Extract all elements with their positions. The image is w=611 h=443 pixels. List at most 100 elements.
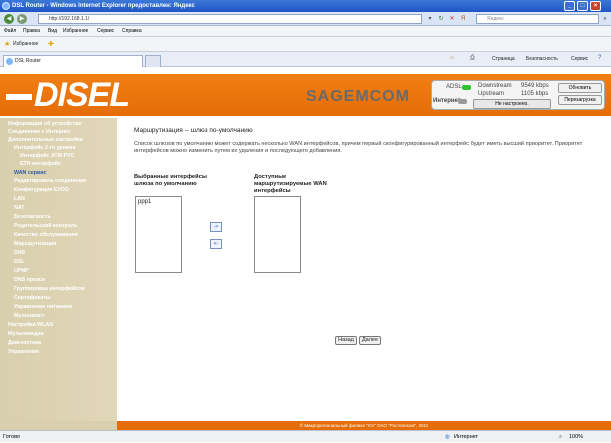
- forward-arrow-icon[interactable]: ▶: [17, 14, 27, 24]
- menu-favorites[interactable]: Избранное: [63, 26, 88, 37]
- tab-bar: DSL Router ⌂ ⎙ Страница Безопасность Сер…: [0, 52, 611, 67]
- maximize-icon[interactable]: □: [577, 1, 588, 11]
- reboot-button[interactable]: Перезагрузка: [558, 95, 602, 105]
- sidebar-item-qos[interactable]: Качество обслуживания: [14, 232, 78, 238]
- menu-edit[interactable]: Правка: [23, 26, 40, 37]
- sidebar-item-multicast[interactable]: Мультикаст: [14, 313, 44, 319]
- tools-menu[interactable]: Сервис: [571, 56, 588, 62]
- favorites-label[interactable]: Избранное: [13, 40, 38, 49]
- favorites-star-icon[interactable]: ★: [4, 40, 10, 48]
- adsl-label: ADSL: [446, 84, 462, 90]
- upstream-label: Upstream: [478, 91, 505, 97]
- sidebar-item-certificates[interactable]: Сертификаты: [14, 295, 50, 301]
- sidebar-item-parental-control[interactable]: Родительский контроль: [14, 223, 78, 229]
- downstream-label: Downstream: [478, 83, 512, 89]
- status-bar: Готово ◍ Интернет ⌕ 100%: [0, 430, 611, 442]
- main-content: Маршрутизация -- шлюз по-умолчанию Списо…: [117, 118, 611, 422]
- yandex-icon[interactable]: Я: [458, 14, 468, 24]
- dropdown-arrow-icon[interactable]: ▾: [425, 14, 435, 24]
- status-text: Готово: [3, 434, 20, 440]
- sidebar-item-layer2-interface[interactable]: Интерфейс 2-го уровня: [14, 145, 75, 151]
- page-title: Маршрутизация -- шлюз по-умолчанию: [134, 127, 253, 134]
- menu-bar: Файл Правка Вид Избранное Сервис Справка: [0, 26, 611, 37]
- sidebar-item-power-management[interactable]: Управление питанием: [14, 304, 72, 310]
- add-favorite-icon[interactable]: ✚: [48, 40, 54, 48]
- available-interfaces-listbox[interactable]: [254, 196, 301, 273]
- security-menu[interactable]: Безопасность: [526, 56, 558, 62]
- sidebar-item-dns-proxy[interactable]: DNS прокси: [14, 277, 45, 283]
- window-title-bar: DSL Router - Windows Internet Explorer п…: [0, 0, 611, 12]
- url-input[interactable]: http://192.168.1.1/: [38, 14, 422, 24]
- search-input[interactable]: Яндекс: [476, 14, 599, 24]
- menu-file[interactable]: Файл: [4, 26, 16, 37]
- selected-interfaces-label: Выбранные интерфейсы шлюза по умолчанию: [134, 174, 207, 187]
- tab-dsl-router[interactable]: DSL Router: [3, 55, 143, 67]
- sidebar-item-diagnostics[interactable]: Диагностика: [8, 340, 41, 346]
- menu-tools[interactable]: Сервис: [97, 26, 114, 37]
- page-menu[interactable]: Страница: [492, 56, 515, 62]
- available-interfaces-label: Доступные маршрутизируемые WAN интерфейс…: [254, 174, 327, 194]
- internet-led-icon: [458, 99, 467, 104]
- not-configured-badge: Не настроено.: [473, 99, 551, 109]
- sidebar-item-routing[interactable]: Маршрутизация: [14, 241, 56, 247]
- sidebar-item-management[interactable]: Управление: [8, 349, 39, 355]
- refresh-button[interactable]: Обновить: [558, 83, 602, 93]
- sidebar-item-upnp[interactable]: UPNP: [14, 268, 29, 274]
- page-icon: [6, 58, 13, 65]
- back-arrow-icon[interactable]: ◀: [4, 14, 14, 24]
- close-icon[interactable]: ×: [590, 1, 601, 11]
- page-footer: © Макрорегиональный филиал "Юг" ОАО "Рос…: [117, 421, 611, 430]
- sidebar-item-wlan-setup[interactable]: Настройка WLAN: [8, 322, 53, 328]
- window-title: DSL Router - Windows Internet Explorer п…: [12, 3, 195, 9]
- downstream-value: 9549 kbps: [521, 83, 549, 89]
- zone-label: Интернет: [454, 434, 478, 440]
- selected-interfaces-listbox[interactable]: ppp1: [135, 196, 182, 273]
- list-item[interactable]: ppp1: [138, 199, 179, 205]
- sidebar-item-wan-service[interactable]: WAN сервис: [14, 170, 46, 176]
- sidebar-item-multimedia[interactable]: Мультимедиа: [8, 331, 44, 337]
- sidebar-footer: [0, 421, 117, 430]
- move-right-button[interactable]: ->: [210, 222, 222, 232]
- sidebar-item-edit-connection[interactable]: Редактировать соединение: [14, 178, 86, 184]
- internet-label: Интернет: [433, 98, 461, 104]
- sidebar-item-advanced-setup[interactable]: Дополнительные настройки: [8, 137, 83, 143]
- sagemcom-logo: Sagemcom: [306, 88, 410, 105]
- zoom-icon[interactable]: ⌕: [559, 431, 562, 443]
- disel-logo: DISEL: [6, 74, 130, 116]
- favorites-bar: ★ Избранное ✚: [0, 37, 611, 52]
- refresh-icon[interactable]: ↻: [436, 14, 446, 24]
- next-button[interactable]: Далее: [359, 336, 381, 345]
- menu-view[interactable]: Вид: [48, 26, 57, 37]
- move-left-button[interactable]: <-: [210, 239, 222, 249]
- sidebar-item-lan[interactable]: LAN: [14, 196, 25, 202]
- tab-title: DSL Router: [15, 58, 41, 64]
- globe-icon: ◍: [445, 434, 450, 440]
- sidebar-item-atm-pvc[interactable]: Интерфейс ATM PVC: [20, 153, 74, 159]
- zoom-level[interactable]: 100%: [569, 431, 583, 443]
- new-tab-button[interactable]: [145, 55, 161, 67]
- adsl-led-icon: [462, 85, 471, 90]
- print-icon[interactable]: ⎙: [470, 55, 475, 62]
- back-button[interactable]: Назад: [335, 336, 357, 345]
- minimize-icon[interactable]: _: [564, 1, 575, 11]
- upstream-value: 1105 kbps: [521, 91, 549, 97]
- sidebar-item-interface-grouping[interactable]: Группировка интерфейсов: [14, 286, 85, 292]
- sidebar-item-evdo-config[interactable]: Конфигурация EVDO: [14, 187, 69, 193]
- home-icon[interactable]: ⌂: [450, 55, 454, 61]
- connection-status-panel: ADSL Интернет Downstream 9549 kbps Upstr…: [431, 80, 605, 110]
- help-icon[interactable]: ?: [598, 55, 601, 61]
- address-bar: ◀ ▶ http://192.168.1.1/ ▾ ↻ ✕ Я Яндекс ⌕: [0, 12, 611, 26]
- page-description: Список шлюзов по умолчанию может содержа…: [134, 141, 583, 154]
- sidebar-item-eth-interface[interactable]: ETH интерфейс: [20, 161, 61, 167]
- sidebar-item-internet-connection[interactable]: Соединение с Интернет: [8, 129, 71, 135]
- ie-logo-icon: [2, 2, 10, 10]
- sidebar-item-dns[interactable]: DNS: [14, 250, 25, 256]
- search-icon[interactable]: ⌕: [600, 14, 610, 24]
- sidebar-item-dsl[interactable]: DSL: [14, 259, 25, 265]
- stop-icon[interactable]: ✕: [447, 14, 457, 24]
- sidebar: Информация об устройстве Соединение с Ин…: [0, 118, 117, 422]
- sidebar-item-security[interactable]: Безопасность: [14, 214, 51, 220]
- sidebar-item-nat[interactable]: NAT: [14, 205, 25, 211]
- menu-help[interactable]: Справка: [122, 26, 142, 37]
- sidebar-item-device-info[interactable]: Информация об устройстве: [8, 121, 82, 127]
